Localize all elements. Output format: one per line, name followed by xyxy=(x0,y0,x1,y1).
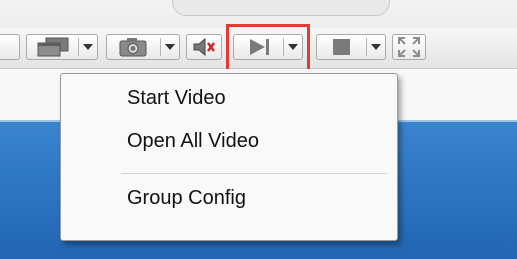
audio-button[interactable] xyxy=(186,34,222,60)
window-stack-icon xyxy=(37,37,68,57)
video-dropdown-menu: Start Video Open All Video Group Config xyxy=(60,73,398,241)
chevron-down-icon xyxy=(83,44,93,50)
snapshot-dropdown[interactable] xyxy=(161,35,179,59)
menu-item-open-all-video[interactable]: Open All Video xyxy=(127,130,259,153)
menu-item-start-video[interactable]: Start Video xyxy=(127,87,226,110)
menu-separator xyxy=(121,173,387,174)
camera-icon xyxy=(119,38,146,57)
window-layout-main[interactable] xyxy=(27,35,78,59)
snapshot-main[interactable] xyxy=(107,35,160,59)
fullscreen-button[interactable] xyxy=(392,34,426,60)
stop-video-dropdown[interactable] xyxy=(367,35,385,59)
chevron-down-icon xyxy=(371,44,381,50)
chevron-down-icon xyxy=(165,44,175,50)
snapshot-button[interactable] xyxy=(106,34,180,60)
toolbar-edge-button[interactable] xyxy=(0,34,20,60)
stop-video-main[interactable] xyxy=(317,35,366,59)
expand-icon xyxy=(398,37,420,57)
window-layout-button[interactable] xyxy=(26,34,98,60)
top-tab-strip xyxy=(172,0,390,16)
window-layout-dropdown[interactable] xyxy=(79,35,97,59)
menu-item-group-config[interactable]: Group Config xyxy=(127,187,246,210)
speaker-mute-icon xyxy=(193,37,215,57)
stop-icon xyxy=(332,39,350,55)
stop-video-button[interactable] xyxy=(316,34,386,60)
highlight-box xyxy=(226,24,310,74)
